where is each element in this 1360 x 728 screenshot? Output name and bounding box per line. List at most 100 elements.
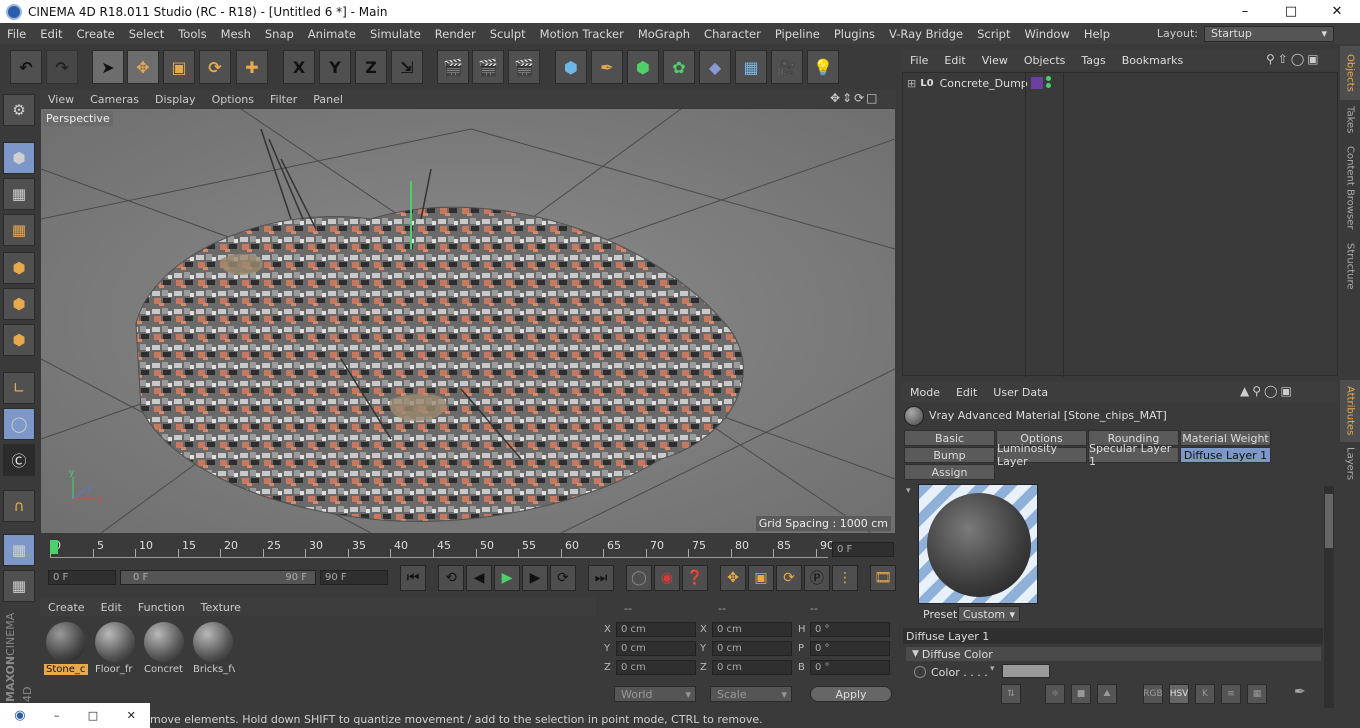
apply-button[interactable]: Apply	[810, 686, 892, 702]
end-frame-field[interactable]: 90 F	[320, 570, 388, 585]
menu-motion-tracker[interactable]: Motion Tracker	[533, 27, 631, 41]
last-tool-button[interactable]: ✚	[236, 50, 268, 84]
menu-script[interactable]: Script	[970, 27, 1017, 41]
render-settings-button[interactable]: 🎬	[508, 50, 540, 84]
image-icon[interactable]: ⛰	[1097, 684, 1117, 704]
layer-color-swatch[interactable]	[1031, 77, 1043, 89]
keyframe-selection-button[interactable]: ◯	[626, 565, 652, 591]
coord-value-field[interactable]: 0 cm	[616, 660, 696, 675]
close-button[interactable]: ✕	[1314, 0, 1360, 23]
go-to-end-button[interactable]: ⏭	[588, 565, 614, 591]
menu-window[interactable]: Window	[1017, 27, 1076, 41]
viewport-menu-options[interactable]: Options	[204, 93, 262, 106]
live-selection-button[interactable]: ➤	[92, 50, 124, 84]
expand-icon[interactable]: ⊞	[907, 77, 916, 90]
deformer-button[interactable]: ◆	[699, 50, 731, 84]
viewport-menu-panel[interactable]: Panel	[305, 93, 351, 106]
key-pla-button[interactable]: ⋮	[832, 565, 858, 591]
tab-diffuse-layer-1[interactable]: Diffuse Layer 1	[1180, 447, 1271, 463]
visibility-render-dot[interactable]	[1046, 83, 1051, 88]
grid-snap-button[interactable]: ▦	[3, 570, 35, 602]
key-scale-button[interactable]: ▣	[748, 565, 774, 591]
viewport-scene[interactable]: y xz	[41, 109, 895, 533]
tab-material-weight[interactable]: Material Weight	[1180, 430, 1271, 446]
tree-row-concrete-dump[interactable]: ⊞ L0 Concrete_Dump	[903, 73, 1339, 93]
autokey-button[interactable]: ❓	[682, 565, 708, 591]
key-position-button[interactable]: ✥	[720, 565, 746, 591]
menu-file[interactable]: File	[0, 27, 33, 41]
object-menu-view[interactable]: View	[974, 54, 1016, 67]
color-swatch[interactable]	[1002, 664, 1050, 678]
key-parameter-button[interactable]: Ⓟ	[804, 565, 830, 591]
close-icon[interactable]: ✕	[127, 709, 136, 722]
menu-sculpt[interactable]: Sculpt	[483, 27, 533, 41]
menu-tools[interactable]: Tools	[171, 27, 213, 41]
swatches-icon[interactable]: ▦	[1247, 684, 1267, 704]
undo-button[interactable]: ↶	[10, 50, 42, 84]
object-menu-file[interactable]: File	[902, 54, 936, 67]
coord-value-field[interactable]: 0 cm	[616, 641, 696, 656]
move-tool-button[interactable]: ✥	[127, 50, 159, 84]
x-axis-button[interactable]: X	[283, 50, 315, 84]
viewport-nav-icons[interactable]: ✥⇕⟳□	[830, 91, 880, 105]
light-button[interactable]: 💡	[807, 50, 839, 84]
points-mode-button[interactable]: ⬢	[3, 252, 35, 284]
object-manager-tools[interactable]: ⚲⇧◯▣	[1266, 52, 1322, 66]
material-menu-create[interactable]: Create	[40, 601, 93, 614]
timeline-window-button[interactable]: 🎞	[870, 565, 896, 591]
scale-tool-button[interactable]: ▣	[163, 50, 195, 84]
viewport-menu-cameras[interactable]: Cameras	[82, 93, 147, 106]
menu-pipeline[interactable]: Pipeline	[768, 27, 827, 41]
attribute-menu-mode[interactable]: Mode	[902, 386, 948, 399]
solo-button[interactable]: Ⓒ	[3, 444, 35, 476]
material-swatch[interactable]: Concret	[142, 620, 187, 680]
menu-create[interactable]: Create	[70, 27, 122, 41]
material-swatch[interactable]: Floor_fr	[93, 620, 138, 680]
coord-value-field[interactable]: 0 °	[810, 622, 890, 637]
material-preview[interactable]	[918, 484, 1038, 604]
attribute-manager-tools[interactable]: ▲⚲◯▣	[1240, 384, 1295, 398]
rotate-tool-button[interactable]: ⟳	[199, 50, 231, 84]
make-editable-button[interactable]: ⚙	[3, 94, 35, 126]
tab-content-browser[interactable]: Content Browser	[1340, 140, 1360, 236]
object-menu-edit[interactable]: Edit	[936, 54, 973, 67]
tab-takes[interactable]: Takes	[1340, 100, 1360, 140]
material-menu-texture[interactable]: Texture	[193, 601, 249, 614]
scrollbar-thumb[interactable]	[1325, 494, 1333, 548]
menu-select[interactable]: Select	[122, 27, 171, 41]
workplane-lock-button[interactable]: ▦	[3, 534, 35, 566]
material-swatch[interactable]: Stone_c	[44, 620, 89, 680]
object-menu-tags[interactable]: Tags	[1073, 54, 1113, 67]
y-axis-button[interactable]: Y	[319, 50, 351, 84]
viewport-menu-display[interactable]: Display	[147, 93, 204, 106]
color-picker-icon[interactable]: ⇅	[1001, 684, 1021, 704]
subdivision-button[interactable]: ⬢	[627, 50, 659, 84]
attribute-menu-edit[interactable]: Edit	[948, 386, 985, 399]
color-wheel-icon[interactable]: ☼	[1045, 684, 1065, 704]
world-dropdown[interactable]: World ▾	[614, 686, 696, 702]
material-menu-edit[interactable]: Edit	[93, 601, 130, 614]
model-mode-button[interactable]: ⬢	[3, 142, 35, 174]
play-button[interactable]: ▶	[494, 565, 520, 591]
menu-snap[interactable]: Snap	[258, 27, 301, 41]
attributes-scrollbar[interactable]	[1324, 486, 1334, 708]
visibility-editor-dot[interactable]	[1046, 76, 1051, 81]
color-menu-arrow-icon[interactable]: ▾	[990, 664, 995, 674]
hsv-mode-button[interactable]: HSV	[1169, 684, 1189, 704]
cube-button[interactable]: ⬢	[555, 50, 587, 84]
scale-dropdown[interactable]: Scale ▾	[710, 686, 792, 702]
material-menu-function[interactable]: Function	[130, 601, 193, 614]
color-radio[interactable]	[914, 666, 926, 678]
minimize-icon[interactable]: –	[54, 709, 60, 722]
polygons-mode-button[interactable]: ⬢	[3, 324, 35, 356]
collapse-arrow-icon[interactable]: ▾	[906, 486, 911, 496]
object-name[interactable]: Concrete_Dump	[940, 77, 1028, 90]
coordinate-system-button[interactable]: ⇲	[391, 50, 423, 84]
coord-value-field[interactable]: 0 cm	[712, 622, 792, 637]
material-swatch[interactable]: Bricks_fv	[191, 620, 236, 680]
record-button[interactable]: ◉	[654, 565, 680, 591]
next-frame-button[interactable]: ▶	[522, 565, 548, 591]
menu-plugins[interactable]: Plugins	[827, 27, 882, 41]
menu-character[interactable]: Character	[697, 27, 768, 41]
eyedropper-icon[interactable]: ✒	[1294, 684, 1306, 700]
